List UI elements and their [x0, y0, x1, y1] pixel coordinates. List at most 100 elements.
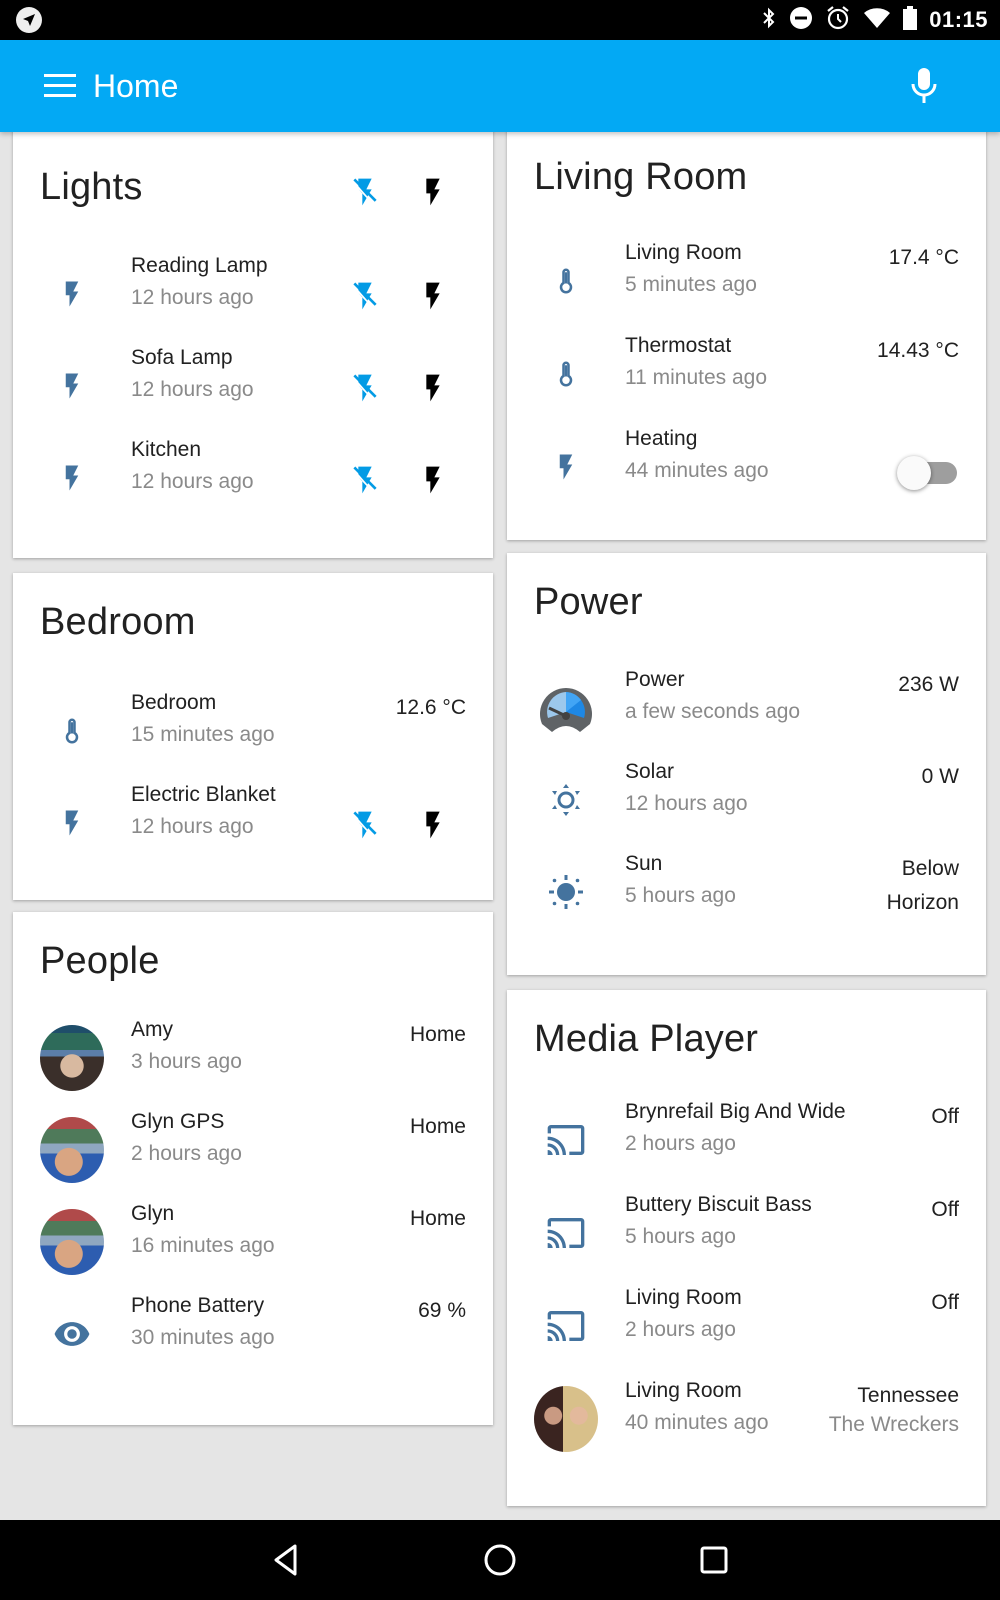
- entity-name: Heating: [625, 427, 698, 450]
- entity-state: Home: [409, 1023, 466, 1046]
- flash-icon: [417, 280, 449, 312]
- back-icon: [274, 1544, 297, 1576]
- entity-name: Electric Blanket: [131, 783, 276, 806]
- turn-off-button[interactable]: [345, 368, 385, 408]
- entity-time: 12 hours ago: [131, 286, 254, 309]
- list-item[interactable]: Phone Battery 30 minutes ago 69 %: [13, 1288, 493, 1380]
- list-item[interactable]: Thermostat 11 minutes ago 14.43 °C: [507, 328, 986, 420]
- entity-time: 30 minutes ago: [131, 1326, 275, 1349]
- flash-icon: [417, 176, 449, 208]
- list-item[interactable]: Heating 44 minutes ago: [507, 421, 986, 513]
- list-item[interactable]: Glyn GPS 2 hours ago Home: [13, 1104, 493, 1196]
- card-title: Power: [534, 581, 643, 623]
- turn-off-button[interactable]: [345, 276, 385, 316]
- entity-time: 15 minutes ago: [131, 723, 275, 746]
- entity-name: Living Room: [625, 241, 742, 264]
- list-item[interactable]: Living Room 5 minutes ago 17.4 °C: [507, 235, 986, 327]
- list-item[interactable]: Solar 12 hours ago 0 W: [507, 754, 986, 846]
- list-item[interactable]: Reading Lamp 12 hours ago: [13, 248, 493, 340]
- list-item[interactable]: Brynrefail Big And Wide 2 hours ago Off: [507, 1094, 986, 1186]
- home-button[interactable]: [478, 1540, 522, 1580]
- media-player-card: Media Player Brynrefail Big And Wide 2 h…: [507, 990, 986, 1506]
- entity-state: 69 %: [418, 1299, 466, 1322]
- avatar: [40, 1117, 104, 1183]
- turn-off-button[interactable]: [345, 805, 385, 845]
- flash-off-icon: [349, 464, 381, 496]
- hamburger-menu-icon[interactable]: [44, 74, 76, 98]
- heating-toggle[interactable]: [897, 455, 959, 491]
- entity-name: Living Room: [625, 1379, 742, 1402]
- card-title: People: [40, 940, 160, 982]
- flash-icon: [57, 369, 87, 403]
- entity-name: Glyn GPS: [131, 1110, 225, 1133]
- turn-on-button[interactable]: [413, 276, 453, 316]
- entity-name: Glyn: [131, 1202, 175, 1225]
- status-time: 01:15: [929, 7, 988, 32]
- recents-button[interactable]: [692, 1540, 736, 1580]
- list-item[interactable]: Power a few seconds ago 236 W: [507, 662, 986, 754]
- entity-time: 2 hours ago: [625, 1318, 736, 1341]
- entity-name: Reading Lamp: [131, 254, 268, 277]
- list-item[interactable]: Electric Blanket 12 hours ago: [13, 777, 493, 869]
- flash-off-icon: [349, 372, 381, 404]
- people-card: People Amy 3 hours ago Home Glyn GPS 2 h…: [13, 912, 493, 1425]
- album-art: [534, 1386, 598, 1452]
- eye-icon: [53, 1315, 91, 1353]
- living-room-card: Living Room Living Room 5 minutes ago 17…: [507, 122, 986, 540]
- navigation-icon: [16, 7, 42, 33]
- entity-time: 3 hours ago: [131, 1050, 242, 1073]
- toggle-thumb: [897, 456, 931, 490]
- group-turn-on-button[interactable]: [413, 172, 453, 212]
- media-title: Tennessee: [857, 1384, 959, 1407]
- do-not-disturb-icon: [789, 6, 813, 35]
- flash-icon: [57, 461, 87, 495]
- cast-icon: [546, 1213, 586, 1253]
- lights-card: Lights Reading Lamp 12 hours ago Sofa La…: [13, 122, 493, 558]
- entity-name: Bedroom: [131, 691, 217, 714]
- entity-state: 236 W: [898, 673, 959, 696]
- flash-off-icon: [349, 809, 381, 841]
- turn-off-button[interactable]: [345, 460, 385, 500]
- entity-state: 14.43 °C: [877, 339, 959, 362]
- bedroom-card: Bedroom Bedroom 15 minutes ago 12.6 °C E…: [13, 573, 493, 900]
- entity-name: Thermostat: [625, 334, 732, 357]
- card-title: Media Player: [534, 1018, 759, 1060]
- entity-time: 5 hours ago: [625, 1225, 736, 1248]
- avatar: [40, 1209, 104, 1275]
- group-turn-off-button[interactable]: [345, 172, 385, 212]
- entity-time: a few seconds ago: [625, 700, 801, 723]
- gauge-icon: [540, 688, 592, 732]
- entity-state: Home: [409, 1115, 466, 1138]
- entity-name: Living Room: [625, 1286, 742, 1309]
- battery-icon: [903, 5, 918, 35]
- entity-name: Kitchen: [131, 438, 202, 461]
- entity-time: 5 hours ago: [625, 884, 736, 907]
- thermometer-icon: [551, 264, 581, 298]
- list-item[interactable]: Sofa Lamp 12 hours ago: [13, 340, 493, 432]
- thermometer-icon: [551, 357, 581, 391]
- entity-state: Below Horizon: [887, 852, 959, 920]
- entity-time: 5 minutes ago: [625, 273, 757, 296]
- list-item[interactable]: Amy 3 hours ago Home: [13, 1012, 493, 1104]
- list-item[interactable]: Living Room 40 minutes ago Tennessee The…: [507, 1373, 986, 1465]
- turn-on-button[interactable]: [413, 460, 453, 500]
- microphone-icon[interactable]: [910, 68, 938, 109]
- list-item[interactable]: Kitchen 12 hours ago: [13, 432, 493, 524]
- back-button[interactable]: [264, 1540, 308, 1580]
- turn-on-button[interactable]: [413, 805, 453, 845]
- flash-icon: [57, 277, 87, 311]
- entity-state: Off: [931, 1291, 959, 1314]
- list-item[interactable]: Sun 5 hours ago Below Horizon: [507, 846, 986, 938]
- entity-name: Sun: [625, 852, 663, 875]
- flash-icon: [417, 464, 449, 496]
- list-item[interactable]: Glyn 16 minutes ago Home: [13, 1196, 493, 1288]
- list-item[interactable]: Buttery Biscuit Bass 5 hours ago Off: [507, 1187, 986, 1279]
- flash-icon: [417, 809, 449, 841]
- system-nav-bar: [0, 1520, 1000, 1600]
- entity-name: Buttery Biscuit Bass: [625, 1193, 812, 1216]
- flash-off-icon: [349, 176, 381, 208]
- turn-on-button[interactable]: [413, 368, 453, 408]
- list-item[interactable]: Living Room 2 hours ago Off: [507, 1280, 986, 1372]
- list-item[interactable]: Bedroom 15 minutes ago 12.6 °C: [13, 685, 493, 777]
- entity-state: Off: [931, 1198, 959, 1221]
